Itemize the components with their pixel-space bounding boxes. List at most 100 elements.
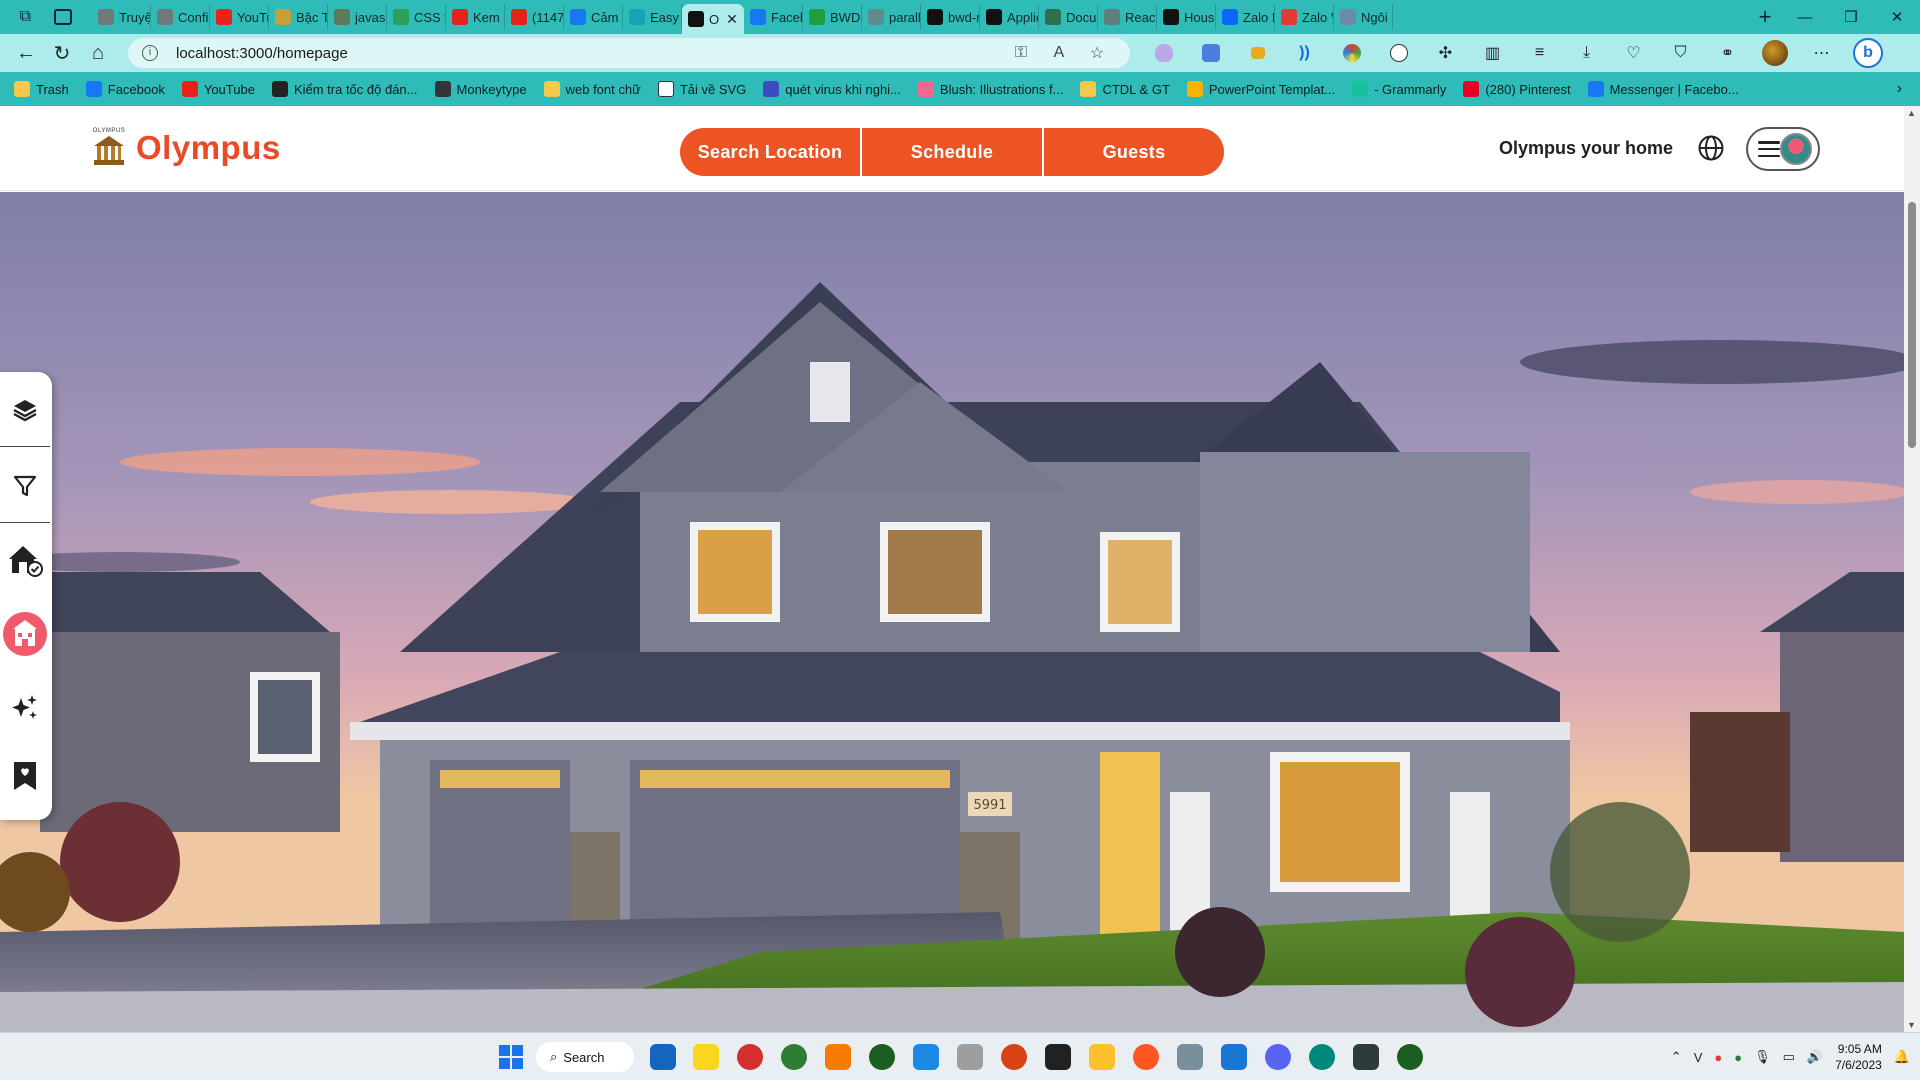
bookmark-item[interactable]: - Grammarly: [1352, 81, 1446, 97]
volume-icon[interactable]: 🔊: [1807, 1049, 1823, 1065]
browser-essentials-icon[interactable]: ⛉: [1657, 38, 1704, 68]
browser-tab[interactable]: Easy F: [623, 4, 682, 30]
browser-tab[interactable]: Ngôi i: [1334, 4, 1393, 30]
browser-tab[interactable]: parall: [862, 4, 921, 30]
close-tab-icon[interactable]: ✕: [726, 11, 738, 28]
split-screen-icon[interactable]: ▥: [1469, 38, 1516, 68]
browser-tab[interactable]: Hous: [1157, 4, 1216, 30]
record-tray-icon[interactable]: ●: [1714, 1050, 1722, 1065]
browser-tab[interactable]: CSS w: [387, 4, 446, 30]
ryzen-icon[interactable]: [1045, 1044, 1071, 1070]
browser-tab[interactable]: Kem ß: [446, 4, 505, 30]
search-location-button[interactable]: Search Location: [680, 128, 860, 176]
globe-icon[interactable]: [1697, 134, 1725, 162]
sidebar-item-featured[interactable]: [0, 678, 50, 738]
browser-tab[interactable]: YouTu: [210, 4, 269, 30]
tray-chevron-icon[interactable]: ⌃: [1671, 1049, 1682, 1065]
site-logo[interactable]: OLYMPUS Olympus: [90, 128, 281, 168]
bookmark-item[interactable]: Facebook: [85, 81, 165, 97]
browser-tab[interactable]: Applic: [980, 4, 1039, 30]
bookmark-item[interactable]: CTDL & GT: [1080, 81, 1170, 97]
xampp-icon[interactable]: [825, 1044, 851, 1070]
scroll-up-icon[interactable]: ▲: [1907, 108, 1916, 118]
browser-tab[interactable]: Zalo V: [1275, 4, 1334, 30]
sidebar-item-buildings[interactable]: [0, 604, 50, 664]
hs-app-icon[interactable]: [869, 1044, 895, 1070]
mic-app-icon[interactable]: [957, 1044, 983, 1070]
performance-icon[interactable]: ♡: [1610, 38, 1657, 68]
chat-tray-icon[interactable]: ●: [1734, 1050, 1742, 1065]
browser-tab[interactable]: Zalo F: [1216, 4, 1275, 30]
network-icon[interactable]: ▭: [1783, 1049, 1795, 1065]
color-extension-icon[interactable]: [1328, 38, 1375, 68]
devtools-app-icon[interactable]: [1353, 1044, 1379, 1070]
close-window-icon[interactable]: ✕: [1874, 0, 1920, 34]
powerpoint-icon[interactable]: [1001, 1044, 1027, 1070]
collections-icon[interactable]: ⚭: [1704, 38, 1751, 68]
bookmark-item[interactable]: Blush: Illustrations f...: [917, 81, 1063, 97]
bookmark-item[interactable]: Trash: [14, 81, 69, 97]
six-extension-icon[interactable]: [1375, 38, 1422, 68]
bookmark-item[interactable]: Monkeytype: [434, 81, 527, 97]
bookmark-item[interactable]: Tải về SVG: [657, 81, 746, 97]
mic-tray-icon[interactable]: 🎙: [1754, 1049, 1771, 1065]
copilot-icon[interactable]: b: [1853, 38, 1883, 68]
sticky-notes-icon[interactable]: [693, 1044, 719, 1070]
browser-tab[interactable]: Faceb: [744, 4, 803, 30]
ruler-extension-icon[interactable]: [1234, 38, 1281, 68]
windows-start-icon[interactable]: [499, 1045, 523, 1069]
bookmark-item[interactable]: Kiểm tra tốc độ đán...: [271, 81, 418, 97]
browser-tab[interactable]: Cảm ł: [564, 4, 623, 30]
scrollbar-thumb[interactable]: [1908, 202, 1916, 448]
browser-tab[interactable]: Truyệ: [92, 4, 151, 30]
host-link[interactable]: Olympus your home: [1499, 138, 1673, 159]
notifications-icon[interactable]: 🔔: [1894, 1049, 1910, 1065]
guests-button[interactable]: Guests: [1042, 128, 1224, 176]
browser-tab[interactable]: (1147: [505, 4, 564, 30]
browser-tab[interactable]: javasc: [328, 4, 387, 30]
workspaces-icon[interactable]: ⧉: [20, 8, 31, 26]
translate-extension-icon[interactable]: [1187, 38, 1234, 68]
store-app-icon[interactable]: [650, 1044, 676, 1070]
bookmark-item[interactable]: web font chữ: [543, 81, 641, 97]
schedule-button[interactable]: Schedule: [860, 128, 1042, 176]
evernote-icon[interactable]: [781, 1044, 807, 1070]
sidebar-item-layers[interactable]: [0, 380, 50, 440]
bookmark-item[interactable]: Messenger | Facebo...: [1587, 81, 1739, 97]
url-field[interactable]: i localhost:3000/homepage ⚿ A ☆: [128, 38, 1130, 68]
discord-icon[interactable]: [1265, 1044, 1291, 1070]
bookmark-item[interactable]: YouTube: [181, 81, 255, 97]
site-info-icon[interactable]: i: [142, 45, 158, 61]
puzzle-extensions-icon[interactable]: ✣: [1422, 38, 1469, 68]
bookmark-item[interactable]: (280) Pinterest: [1463, 81, 1571, 97]
bookmark-item[interactable]: PowerPoint Templat...: [1186, 81, 1335, 97]
vivaldi-tray-icon[interactable]: V: [1694, 1050, 1703, 1065]
sidebar-item-filter[interactable]: [0, 456, 50, 516]
wave-extension-icon[interactable]: )): [1281, 38, 1328, 68]
browser-tab[interactable]: O ✕: [682, 4, 744, 34]
read-aloud-icon[interactable]: A: [1040, 44, 1078, 62]
restore-icon[interactable]: ❐: [1828, 0, 1874, 34]
sidebar-item-my-homes[interactable]: [0, 530, 50, 590]
browser-tab[interactable]: React: [1098, 4, 1157, 30]
favorite-star-icon[interactable]: ☆: [1078, 43, 1116, 63]
user-menu-button[interactable]: [1746, 127, 1820, 171]
browser-tab[interactable]: BWD: [803, 4, 862, 30]
new-tab-button[interactable]: +: [1748, 4, 1782, 30]
favorites-list-icon[interactable]: ≡: [1516, 38, 1563, 68]
minimize-icon[interactable]: —: [1782, 0, 1828, 34]
clock[interactable]: 9:05 AM 7/6/2023: [1835, 1041, 1882, 1073]
more-menu-icon[interactable]: ⋯: [1798, 38, 1845, 68]
tab-actions-icon[interactable]: [54, 9, 73, 25]
refresh-icon[interactable]: ↻: [44, 37, 80, 69]
home-icon[interactable]: ⌂: [80, 37, 116, 69]
page-scrollbar[interactable]: ▲ ▼: [1904, 106, 1920, 1032]
todo-icon[interactable]: [913, 1044, 939, 1070]
browser-tab[interactable]: Docu: [1039, 4, 1098, 30]
file-explorer-icon[interactable]: [1089, 1044, 1115, 1070]
sidebar-item-saved[interactable]: [0, 746, 50, 806]
hs-app-2-icon[interactable]: [1397, 1044, 1423, 1070]
bookmarks-overflow-icon[interactable]: ›: [1897, 80, 1902, 98]
downloads-icon[interactable]: ⤓: [1563, 38, 1610, 68]
scroll-down-icon[interactable]: ▼: [1907, 1020, 1916, 1030]
